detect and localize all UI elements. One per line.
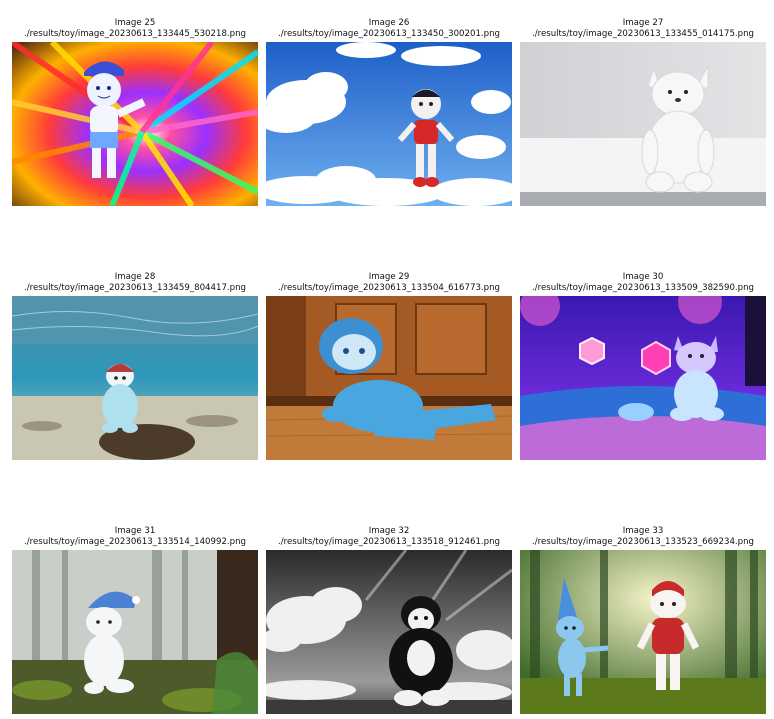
- image-white-studio: [520, 42, 766, 206]
- grid-cell-image-32: Image 32 ./results/toy/image_20230613_13…: [266, 526, 512, 714]
- grid-cell-image-28: Image 28 ./results/toy/image_20230613_13…: [12, 272, 258, 460]
- image-title: Image 27: [622, 18, 664, 28]
- image-path: ./results/toy/image_20230613_133459_8044…: [23, 283, 247, 293]
- toy-figure: [641, 65, 715, 193]
- image-underwater: [12, 296, 258, 460]
- image-path: ./results/toy/image_20230613_133518_9124…: [277, 537, 501, 547]
- image-title: Image 25: [114, 18, 156, 28]
- image-title: Image 33: [622, 526, 664, 536]
- image-wooden-room: [266, 296, 512, 460]
- image-title: Image 28: [114, 272, 156, 282]
- image-title: Image 30: [622, 272, 664, 282]
- image-path: ./results/toy/image_20230613_133523_6692…: [531, 537, 755, 547]
- image-title: Image 32: [368, 526, 410, 536]
- grid-cell-image-29: Image 29 ./results/toy/image_20230613_13…: [266, 272, 512, 460]
- image-path: ./results/toy/image_20230613_133450_3002…: [277, 29, 501, 39]
- image-title: Image 29: [368, 272, 410, 282]
- image-forest: [12, 550, 258, 714]
- image-forest-two-toys: [520, 550, 766, 714]
- grid-cell-image-26: Image 26 ./results/toy/image_20230613_13…: [266, 18, 512, 206]
- image-sky-clouds: [266, 42, 512, 206]
- grid-cell-image-33: Image 33 ./results/toy/image_20230613_13…: [520, 526, 766, 714]
- grid-cell-image-30: Image 30 ./results/toy/image_20230613_13…: [520, 272, 766, 460]
- grid-cell-image-31: Image 31 ./results/toy/image_20230613_13…: [12, 526, 258, 714]
- image-rainbow-burst: [12, 42, 258, 206]
- grid-cell-image-27: Image 27 ./results/toy/image_20230613_13…: [520, 18, 766, 206]
- image-title: Image 26: [368, 18, 410, 28]
- image-title: Image 31: [114, 526, 156, 536]
- image-monochrome-clouds: [266, 550, 512, 714]
- image-path: ./results/toy/image_20230613_133509_3825…: [531, 283, 755, 293]
- image-neon-room: [520, 296, 766, 460]
- image-path: ./results/toy/image_20230613_133504_6167…: [277, 283, 501, 293]
- image-path: ./results/toy/image_20230613_133514_1409…: [23, 537, 247, 547]
- image-path: ./results/toy/image_20230613_133455_0141…: [531, 29, 755, 39]
- grid-cell-image-25: Image 25 ./results/toy/image_20230613_13…: [12, 18, 258, 206]
- image-path: ./results/toy/image_20230613_133445_5302…: [23, 29, 247, 39]
